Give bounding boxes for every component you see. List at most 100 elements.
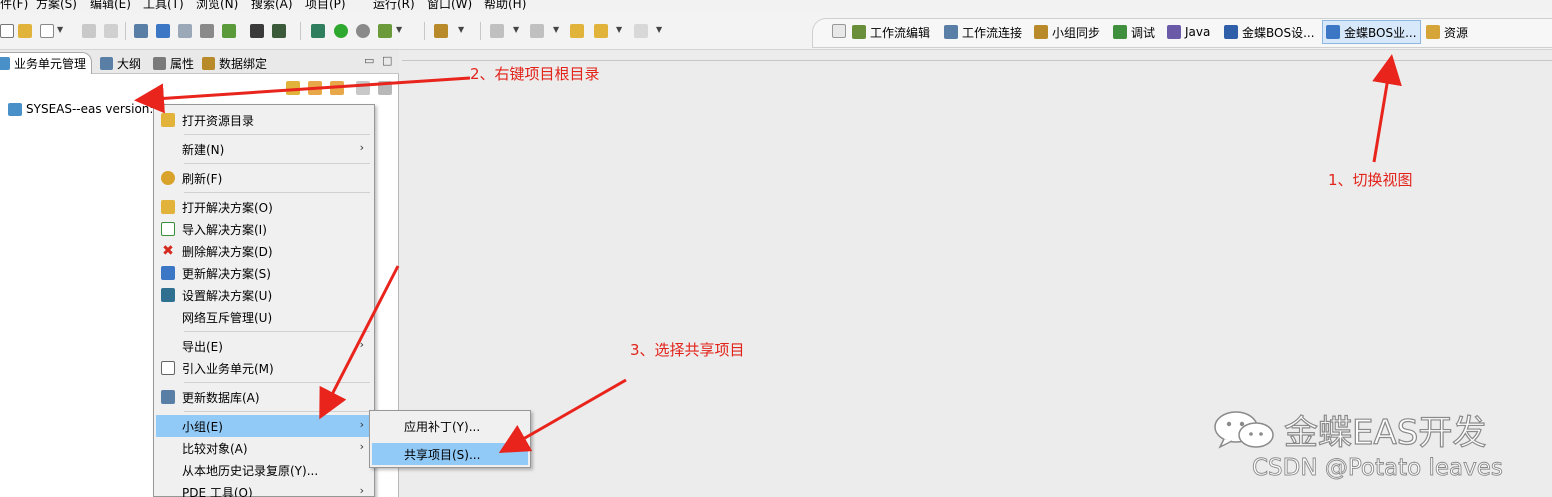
perspective-label: 调试 [1131,25,1156,40]
prev-annotation-icon[interactable] [530,24,544,38]
refresh-icon [161,171,175,185]
perspective-label: 金蝶BOS业... [1344,25,1417,40]
chevron-down-icon[interactable]: ▼ [553,25,559,34]
gear-icon[interactable] [378,81,392,95]
next-annotation-icon[interactable] [490,24,504,38]
menu-window[interactable]: 窗口(W) [427,0,472,11]
chevron-down-icon[interactable]: ▼ [458,25,464,34]
menu-tools[interactable]: 工具(T) [143,0,184,11]
menu-item-restore-local-history[interactable]: 从本地历史记录复原(Y)... [156,459,372,481]
stop-icon[interactable] [356,24,370,38]
menu-item-import-solution[interactable]: 导入解决方案(I) [156,218,372,240]
menu-item-label: 更新解决方案(S) [182,266,271,281]
menu-item-delete-solution[interactable]: ✖ 删除解决方案(D) [156,240,372,262]
menu-item-import-unit[interactable]: 引入业务单元(M) [156,357,372,379]
hierarchy-icon[interactable] [311,24,325,38]
menu-item-settings-solution[interactable]: 设置解决方案(U) [156,284,372,306]
new-wizard-icon[interactable] [40,24,54,38]
tab-business-unit[interactable]: 业务单元管理 [0,52,92,74]
menu-run[interactable]: 运行(R) [373,0,415,11]
tab-label: 数据绑定 [219,56,268,71]
perspective-bos-business[interactable]: 金蝶BOS业... [1322,20,1421,44]
build-icon[interactable] [134,24,148,38]
menu-item-label: 导入解决方案(I) [182,222,267,237]
perspective-bos-design[interactable]: 金蝶BOS设... [1221,20,1318,44]
chevron-down-icon[interactable]: ▼ [396,25,402,34]
menu-edit[interactable]: 编辑(E) [90,0,131,11]
perspective-team-sync[interactable]: 小组同步 [1031,20,1103,44]
menu-item-label: 比较对象(A) [182,441,248,456]
menu-item-open-solution[interactable]: 打开解决方案(O) [156,196,372,218]
menu-file[interactable]: 件(F) [0,0,28,11]
folder-up-icon[interactable] [308,81,322,95]
minimize-icon[interactable]: ▭ [364,54,374,67]
menu-search[interactable]: 搜索(A) [251,0,293,11]
menu-item-update-database[interactable]: 更新数据库(A) [156,386,372,408]
menu-separator [184,411,370,412]
delete-icon: ✖ [162,243,174,259]
perspective-workflow-connect[interactable]: 工作流连接 [941,20,1025,44]
menu-item-open-resource-dir[interactable]: 打开资源目录 [156,109,372,131]
perspective-debug[interactable]: 调试 [1110,20,1158,44]
view-toolbar [280,78,398,98]
menu-item-label: 删除解决方案(D) [182,244,273,259]
run-icon[interactable] [334,24,348,38]
menu-item-team[interactable]: 小组(E) › [156,415,372,437]
last-edit-icon[interactable] [570,24,584,38]
team-submenu: 应用补丁(Y)... 共享项目(S)... [369,410,531,468]
chevron-down-icon[interactable]: ▼ [513,25,519,34]
tab-data-binding[interactable]: 数据绑定 [198,52,271,74]
menu-item-apply-patch[interactable]: 应用补丁(Y)... [372,415,528,437]
tab-outline[interactable]: 大纲 [96,52,145,74]
calculator-icon[interactable] [250,24,264,38]
chevron-down-icon[interactable]: ▼ [656,25,662,34]
watermark-brand: 金蝶EAS开发 [1283,412,1487,453]
menu-item-refresh[interactable]: 刷新(F) [156,167,372,189]
back-arrow-icon[interactable] [594,24,608,38]
expand-icon[interactable] [330,81,344,95]
project-root-node[interactable]: SYSEAS--eas version:8 [8,102,162,116]
menu-item-label: 从本地历史记录复原(Y)... [182,463,319,478]
link-icon[interactable] [200,24,214,38]
open-folder-icon[interactable] [18,24,32,38]
update-db-icon [161,390,175,404]
perspective-workflow-edit[interactable]: 工作流编辑 [849,20,933,44]
perspective-resource[interactable]: 资源 [1423,20,1471,44]
export-icon[interactable] [272,24,286,38]
java-icon [1167,25,1181,39]
menu-help[interactable]: 帮助(H) [484,0,526,11]
database-icon[interactable] [156,24,170,38]
menu-bar: 件(F) 方案(S) 编辑(E) 工具(T) 浏览(N) 搜索(A) 项目(P)… [0,0,1552,14]
perspective-java[interactable]: Java [1164,20,1213,44]
save-icon [82,24,96,38]
watermark-csdn: CSDN @Potato leaves [1252,455,1504,482]
search-icon[interactable] [378,24,392,38]
menu-item-label: 打开资源目录 [182,113,255,128]
open-perspective-icon[interactable] [832,24,846,38]
collapse-all-icon[interactable] [356,81,370,95]
menu-browse[interactable]: 浏览(N) [196,0,238,11]
chevron-down-icon[interactable]: ▼ [616,25,622,34]
new-icon[interactable] [0,24,14,38]
menu-item-export[interactable]: 导出(E) › [156,335,372,357]
wechat-icon [1212,409,1278,451]
menu-solution[interactable]: 方案(S) [36,0,77,11]
menu-item-network-mutex[interactable]: 网络互斥管理(U) [156,306,372,328]
databind-icon [202,56,215,70]
forward-arrow-icon [634,24,648,38]
back-arrow-icon[interactable] [286,81,300,95]
pen-icon[interactable] [434,24,448,38]
menu-item-share-project[interactable]: 共享项目(S)... [372,443,528,465]
chevron-right-icon: › [359,484,364,497]
gear-icon[interactable] [178,24,192,38]
menu-item-compare-with[interactable]: 比较对象(A) › [156,437,372,459]
menu-item-label: 引入业务单元(M) [182,361,274,376]
edit-icon[interactable] [222,24,236,38]
menu-item-pde-tools[interactable]: PDE 工具(O) › [156,481,372,497]
chevron-down-icon[interactable]: ▼ [57,25,63,34]
menu-item-update-solution[interactable]: 更新解决方案(S) [156,262,372,284]
menu-item-new[interactable]: 新建(N) › [156,138,372,160]
tab-properties[interactable]: 属性 [149,52,198,74]
menu-project[interactable]: 项目(P) [305,0,346,11]
maximize-icon[interactable]: □ [382,54,392,67]
